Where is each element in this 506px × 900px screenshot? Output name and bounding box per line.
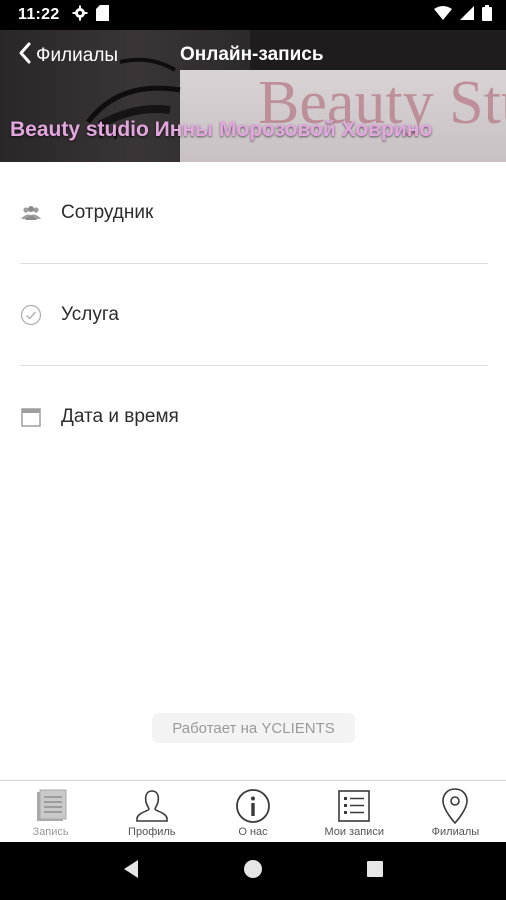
calendar-icon: [20, 406, 42, 428]
check-circle-icon: [20, 304, 42, 326]
list-icon: [337, 787, 371, 825]
sd-card-icon: [95, 4, 109, 26]
home-circle-icon[interactable]: [243, 859, 263, 884]
tab-booking[interactable]: Запись: [0, 781, 101, 842]
menu-item-datetime[interactable]: Дата и время: [0, 366, 506, 468]
menu-item-service[interactable]: Услуга: [0, 264, 506, 366]
booking-icon: [34, 787, 68, 825]
tab-label: Запись: [32, 826, 69, 838]
recents-square-icon[interactable]: [366, 860, 384, 883]
tab-label: Профиль: [128, 826, 176, 838]
menu-item-employee[interactable]: Сотрудник: [0, 162, 506, 264]
menu-item-label: Сотрудник: [61, 202, 154, 223]
menu-item-label: Услуга: [61, 304, 119, 325]
tab-label: Мои записи: [324, 826, 384, 838]
tab-my-bookings[interactable]: Мои записи: [304, 781, 405, 842]
system-navigation-bar: [0, 842, 506, 900]
menu-item-label: Дата и время: [61, 406, 179, 427]
page-title: Онлайн-запись: [180, 44, 324, 65]
chevron-left-icon: [18, 42, 32, 70]
location-pin-icon: [441, 787, 469, 825]
settings-gear-icon: [72, 5, 88, 26]
back-triangle-icon[interactable]: [122, 859, 140, 884]
tab-about[interactable]: О нас: [202, 781, 303, 842]
tab-label: О нас: [238, 826, 268, 838]
studio-name: Beauty studio Инны Морозовой Ховрино: [10, 118, 433, 141]
status-time: 11:22: [18, 6, 60, 23]
powered-by-link[interactable]: Работает на YCLIENTS: [152, 713, 355, 743]
tab-branches[interactable]: Филиалы: [405, 781, 506, 842]
wifi-icon: [434, 5, 452, 25]
back-button-label: Филиалы: [36, 45, 119, 66]
booking-options-list: Сотрудник Услуга Дата и время: [0, 162, 506, 468]
profile-icon: [134, 787, 170, 825]
header-banner: Beauty Stu Филиалы Онлайн-запись Beauty …: [0, 30, 506, 162]
tab-profile[interactable]: Профиль: [101, 781, 202, 842]
signal-icon: [460, 5, 474, 25]
info-icon: [235, 787, 271, 825]
people-icon: [20, 202, 42, 224]
tab-label: Филиалы: [431, 826, 480, 838]
bottom-tab-bar: Запись Профиль О нас Мои записи Филиалы: [0, 780, 506, 842]
battery-icon: [482, 4, 492, 26]
status-bar: 11:22: [0, 0, 506, 30]
back-button[interactable]: Филиалы: [0, 30, 118, 82]
